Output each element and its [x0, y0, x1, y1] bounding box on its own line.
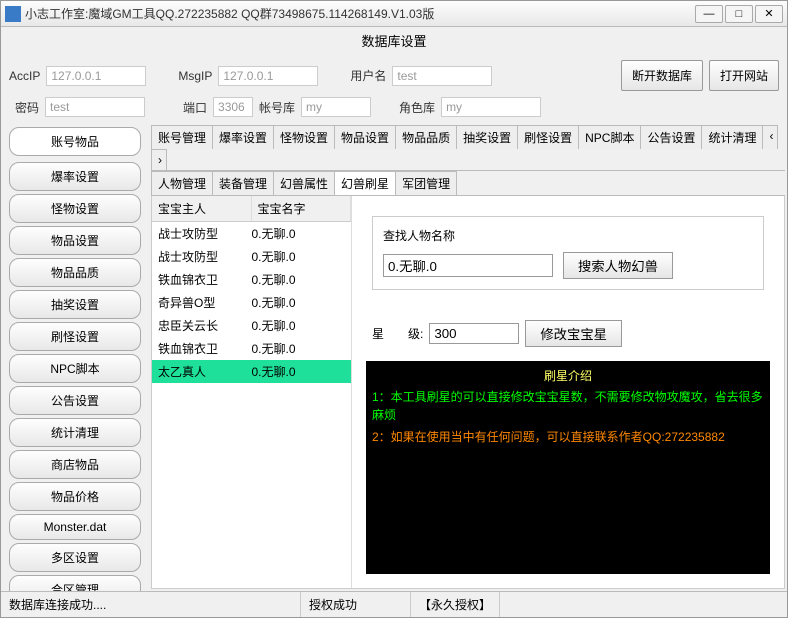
table-row[interactable]: 铁血锦衣卫0.无聊.0 — [152, 268, 351, 291]
status-bar: 数据库连接成功.... 授权成功 【永久授权】 — [1, 591, 787, 617]
connection-row2: 密码 端口 帐号库 角色库 — [1, 97, 787, 123]
table-body: 战士攻防型0.无聊.0战士攻防型0.无聊.0铁血锦衣卫0.无聊.0奇异兽O型0.… — [152, 222, 351, 383]
star-label: 星 级: — [372, 325, 423, 342]
accip-label: AccIP — [9, 69, 40, 83]
sidebar-item-12[interactable]: Monster.dat — [9, 514, 141, 540]
msgip-input[interactable] — [218, 66, 318, 86]
window-controls: — □ ✕ — [695, 5, 783, 23]
search-button[interactable]: 搜索人物幻兽 — [563, 252, 673, 279]
sidebar-item-5[interactable]: 抽奖设置 — [9, 290, 141, 319]
status-auth: 授权成功 — [301, 592, 411, 617]
roledb-label: 角色库 — [399, 99, 435, 116]
password-label: 密码 — [15, 99, 39, 116]
tab-幻兽刷星[interactable]: 幻兽刷星 — [334, 171, 396, 195]
sidebar-item-6[interactable]: 刷怪设置 — [9, 322, 141, 351]
app-window: 小志工作室:魔域GM工具QQ.272235882 QQ群73498675.114… — [0, 0, 788, 618]
search-group: 查找人物名称 搜索人物幻兽 — [372, 216, 764, 290]
th-owner: 宝宝主人 — [152, 196, 252, 221]
sidebar-item-0[interactable]: 账号物品 — [9, 127, 141, 156]
tab-content: 宝宝主人 宝宝名字 战士攻防型0.无聊.0战士攻防型0.无聊.0铁血锦衣卫0.无… — [151, 196, 785, 589]
content-area: 账号管理爆率设置怪物设置物品设置物品品质抽奖设置刷怪设置NPC脚本公告设置统计清… — [149, 123, 787, 591]
tabs-row2: 人物管理装备管理幻兽属性幻兽刷星军团管理 — [151, 171, 785, 196]
info-title: 刷星介绍 — [372, 367, 764, 384]
roledb-input[interactable] — [441, 97, 541, 117]
titlebar: 小志工作室:魔域GM工具QQ.272235882 QQ群73498675.114… — [1, 1, 787, 27]
port-input[interactable] — [213, 97, 253, 117]
table-row[interactable]: 奇异兽O型0.无聊.0 — [152, 291, 351, 314]
pet-table: 宝宝主人 宝宝名字 战士攻防型0.无聊.0战士攻防型0.无聊.0铁血锦衣卫0.无… — [152, 196, 352, 588]
search-label: 查找人物名称 — [383, 227, 753, 244]
password-input[interactable] — [45, 97, 145, 117]
tab-爆率设置[interactable]: 爆率设置 — [212, 125, 274, 149]
star-row: 星 级: 修改宝宝星 — [372, 320, 764, 347]
sidebar-item-7[interactable]: NPC脚本 — [9, 354, 141, 383]
tab-刷怪设置[interactable]: 刷怪设置 — [517, 125, 579, 149]
app-icon — [5, 6, 21, 22]
tab-幻兽属性[interactable]: 幻兽属性 — [273, 171, 335, 195]
th-name: 宝宝名字 — [252, 196, 352, 221]
info-line2: 2：如果在使用当中有任何问题，可以直接联系作者QQ:272235882 — [372, 428, 764, 446]
modify-star-button[interactable]: 修改宝宝星 — [525, 320, 622, 347]
tabs-row1: 账号管理爆率设置怪物设置物品设置物品品质抽奖设置刷怪设置NPC脚本公告设置统计清… — [151, 125, 785, 171]
disconnect-button[interactable]: 断开数据库 — [621, 60, 703, 91]
tab-抽奖设置[interactable]: 抽奖设置 — [456, 125, 518, 149]
sidebar-item-14[interactable]: 合区管理 — [9, 575, 141, 591]
maximize-button[interactable]: □ — [725, 5, 753, 23]
msgip-label: MsgIP — [178, 69, 212, 83]
window-title: 小志工作室:魔域GM工具QQ.272235882 QQ群73498675.114… — [25, 5, 695, 22]
table-row[interactable]: 铁血锦衣卫0.无聊.0 — [152, 337, 351, 360]
port-label: 端口 — [183, 99, 207, 116]
table-row[interactable]: 忠臣关云长0.无聊.0 — [152, 314, 351, 337]
tab-nav[interactable]: › — [151, 149, 167, 170]
user-label: 用户名 — [350, 67, 386, 84]
tab-nav[interactable]: ‹ — [762, 125, 778, 149]
tab-账号管理[interactable]: 账号管理 — [151, 125, 213, 149]
sidebar-item-11[interactable]: 物品价格 — [9, 482, 141, 511]
star-input[interactable] — [429, 323, 519, 344]
sidebar-item-2[interactable]: 怪物设置 — [9, 194, 141, 223]
table-row[interactable]: 战士攻防型0.无聊.0 — [152, 245, 351, 268]
tab-装备管理[interactable]: 装备管理 — [212, 171, 274, 195]
table-row[interactable]: 太乙真人0.无聊.0 — [152, 360, 351, 383]
sidebar-item-8[interactable]: 公告设置 — [9, 386, 141, 415]
right-panel: 查找人物名称 搜索人物幻兽 星 级: 修改宝宝星 刷星介绍 1：本工具刷星 — [352, 196, 784, 588]
connection-row1: AccIP MsgIP 用户名 断开数据库 打开网站 — [1, 54, 787, 97]
status-perm: 【永久授权】 — [411, 592, 500, 617]
search-input[interactable] — [383, 254, 553, 277]
open-site-button[interactable]: 打开网站 — [709, 60, 779, 91]
tab-军团管理[interactable]: 军团管理 — [395, 171, 457, 195]
tab-NPC脚本[interactable]: NPC脚本 — [578, 125, 641, 149]
user-input[interactable] — [392, 66, 492, 86]
table-row[interactable]: 战士攻防型0.无聊.0 — [152, 222, 351, 245]
info-line1: 1：本工具刷星的可以直接修改宝宝星数，不需要修改物攻魔攻，省去很多麻烦 — [372, 388, 764, 424]
sidebar-item-10[interactable]: 商店物品 — [9, 450, 141, 479]
sidebar: 账号物品爆率设置怪物设置物品设置物品品质抽奖设置刷怪设置 NPC脚本公告设置统计清… — [1, 123, 149, 591]
tab-物品设置[interactable]: 物品设置 — [334, 125, 396, 149]
tab-怪物设置[interactable]: 怪物设置 — [273, 125, 335, 149]
tab-人物管理[interactable]: 人物管理 — [151, 171, 213, 195]
tab-统计清理[interactable]: 统计清理 — [701, 125, 763, 149]
sidebar-item-4[interactable]: 物品品质 — [9, 258, 141, 287]
accdb-input[interactable] — [301, 97, 371, 117]
main-area: 账号物品爆率设置怪物设置物品设置物品品质抽奖设置刷怪设置NPC脚本公告设置统计清… — [1, 123, 787, 591]
info-box: 刷星介绍 1：本工具刷星的可以直接修改宝宝星数，不需要修改物攻魔攻，省去很多麻烦… — [366, 361, 770, 574]
sidebar-item-13[interactable]: 多区设置 — [9, 543, 141, 572]
accip-input[interactable] — [46, 66, 146, 86]
sidebar-item-1[interactable]: 爆率设置 — [9, 162, 141, 191]
close-button[interactable]: ✕ — [755, 5, 783, 23]
sidebar-item-3[interactable]: 物品设置 — [9, 226, 141, 255]
status-db: 数据库连接成功.... — [1, 592, 301, 617]
table-header: 宝宝主人 宝宝名字 — [152, 196, 351, 222]
minimize-button[interactable]: — — [695, 5, 723, 23]
section-title: 数据库设置 — [1, 27, 787, 54]
tab-公告设置[interactable]: 公告设置 — [640, 125, 702, 149]
accdb-label: 帐号库 — [259, 99, 295, 116]
sidebar-item-9[interactable]: 统计清理 — [9, 418, 141, 447]
tab-物品品质[interactable]: 物品品质 — [395, 125, 457, 149]
